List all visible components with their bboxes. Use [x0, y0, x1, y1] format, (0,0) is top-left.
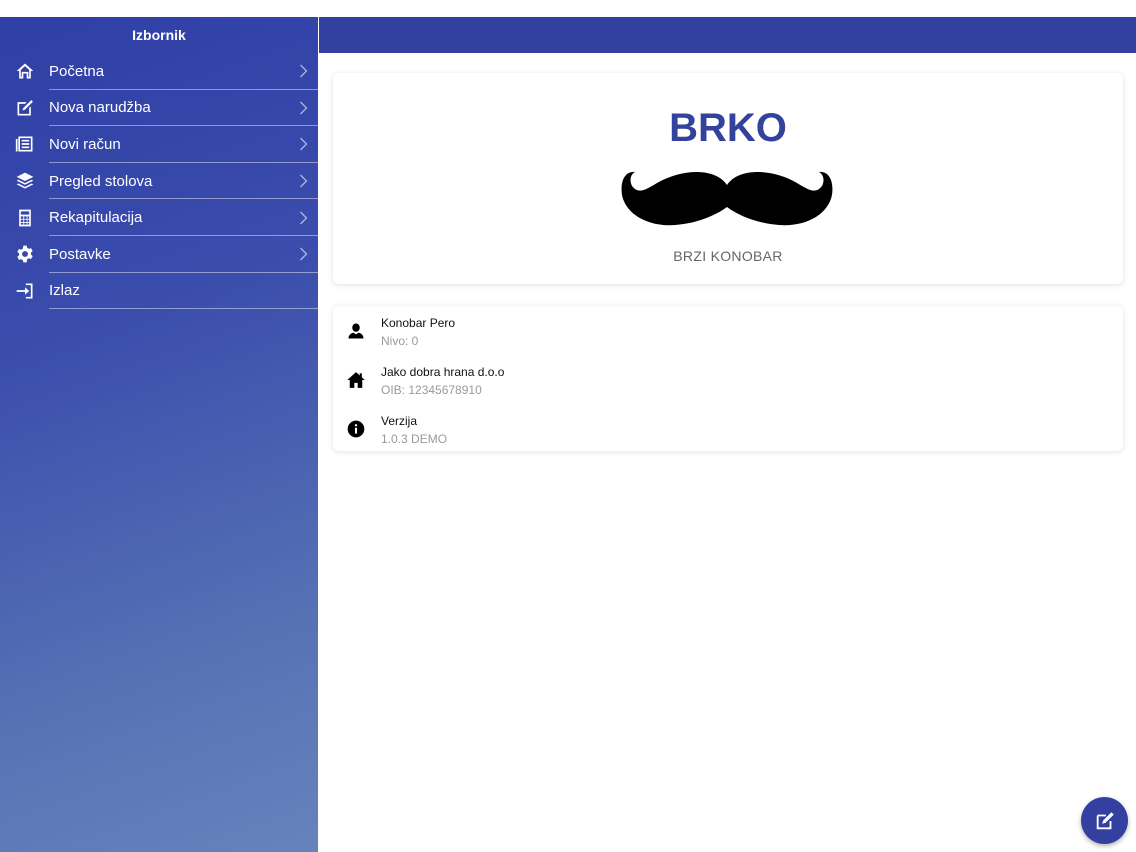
menu-item-izlaz[interactable]: Izlaz	[0, 273, 318, 310]
menu-item-pocetna[interactable]: Početna	[0, 53, 318, 90]
top-navigation-bar	[319, 17, 1136, 53]
app-subtitle: BRZI KONOBAR	[673, 248, 783, 264]
exit-icon	[0, 281, 49, 301]
info-icon	[346, 419, 366, 439]
user-icon	[346, 321, 366, 341]
info-card: Konobar Pero Nivo: 0 Jako dobra hrana d.…	[333, 306, 1123, 451]
layers-icon	[0, 171, 49, 191]
user-level: Nivo: 0	[381, 334, 419, 348]
mustache-icon	[621, 171, 833, 226]
menu-item-nova-narudzba[interactable]: Nova narudžba	[0, 90, 318, 127]
company-info-row: Jako dobra hrana d.o.o OIB: 12345678910	[333, 358, 1123, 406]
menu-item-label: Početna	[49, 62, 105, 80]
chevron-right-icon	[288, 101, 318, 115]
version-info-row: Verzija 1.0.3 DEMO	[333, 407, 1123, 455]
company-oib: OIB: 12345678910	[381, 383, 482, 397]
user-info-row: Konobar Pero Nivo: 0	[333, 309, 1123, 357]
calculator-icon	[0, 208, 49, 228]
home-icon	[0, 61, 49, 81]
menu-item-label: Nova narudžba	[49, 99, 151, 117]
menu-item-rekapitulacija[interactable]: Rekapitulacija	[0, 199, 318, 236]
version-value: 1.0.3 DEMO	[381, 432, 448, 446]
menu-item-label: Pregled stolova	[49, 172, 153, 190]
sidebar-title: Izbornik	[132, 27, 186, 43]
chevron-right-icon	[288, 64, 318, 78]
chevron-right-icon	[288, 247, 318, 261]
menu-item-label: Postavke	[49, 245, 111, 263]
new-order-fab-button[interactable]	[1081, 797, 1128, 844]
menu-list: Početna Nova narudžba Novi račun Pregled…	[0, 53, 318, 309]
menu-item-novi-racun[interactable]: Novi račun	[0, 126, 318, 163]
chevron-right-icon	[288, 174, 318, 188]
chevron-right-icon	[288, 137, 318, 151]
brand-card: BRKO BRZI KONOBAR	[333, 73, 1123, 284]
gear-icon	[0, 244, 49, 264]
user-name: Konobar Pero	[381, 316, 456, 330]
home-icon	[346, 370, 366, 390]
chevron-right-icon	[288, 211, 318, 225]
menu-item-label: Rekapitulacija	[49, 209, 143, 227]
app-title: BRKO	[669, 106, 787, 150]
version-label: Verzija	[381, 414, 418, 428]
menu-item-label: Izlaz	[49, 282, 80, 300]
edit-icon	[1096, 811, 1114, 829]
menu-item-postavke[interactable]: Postavke	[0, 236, 318, 273]
menu-item-pregled-stolova[interactable]: Pregled stolova	[0, 163, 318, 200]
menu-item-label: Novi račun	[49, 135, 121, 153]
edit-icon	[0, 98, 49, 118]
receipt-icon	[0, 134, 49, 154]
sidebar-menu: Izbornik Početna Nova narudžba Novi raču…	[0, 17, 318, 852]
status-bar	[0, 0, 1136, 17]
company-name: Jako dobra hrana d.o.o	[381, 365, 505, 379]
